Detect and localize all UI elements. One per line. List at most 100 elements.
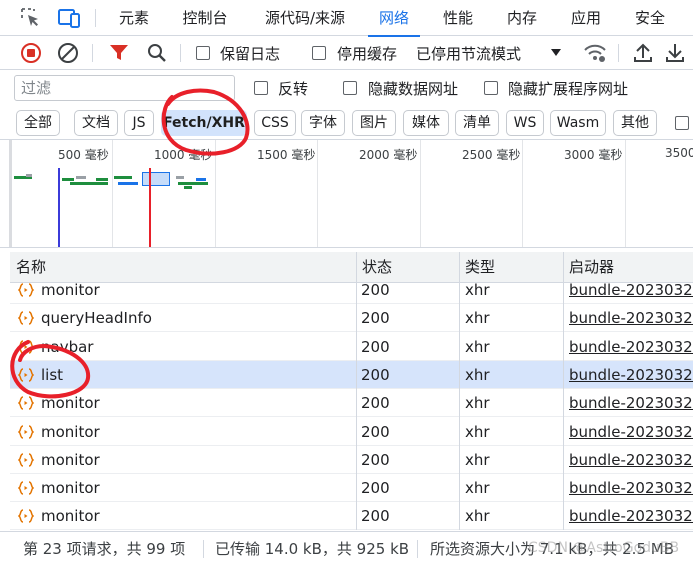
tab-security[interactable]: 安全 (624, 0, 676, 36)
search-icon[interactable] (144, 40, 170, 66)
chip-wasm[interactable]: Wasm (550, 110, 606, 136)
resource-type-filter: 全部 文档 JS Fetch/XHR CSS 字体 图片 媒体 清单 WS Wa… (0, 106, 693, 140)
chip-js[interactable]: JS (124, 110, 154, 136)
request-status: 200 (361, 394, 390, 412)
clear-icon[interactable] (55, 40, 81, 66)
table-row[interactable]: monitor 200 xhr bundle-20230323 (10, 418, 693, 446)
import-har-icon[interactable] (630, 40, 656, 66)
table-row[interactable]: monitor 200 xhr bundle-20230323 (10, 474, 693, 502)
chip-css[interactable]: CSS (254, 110, 296, 136)
record-stop-icon[interactable] (18, 40, 44, 66)
overview-tick-label: 1000 毫秒 (154, 148, 213, 162)
disable-cache-label: 停用缓存 (337, 45, 398, 63)
export-har-icon[interactable] (662, 40, 688, 66)
overview-request-bar (76, 176, 86, 179)
request-initiator-link[interactable]: bundle-20230323 (569, 304, 693, 332)
request-name: navbar (41, 338, 94, 356)
request-name: monitor (41, 281, 100, 299)
request-type: xhr (465, 507, 490, 525)
tab-console[interactable]: 控制台 (170, 0, 240, 36)
request-initiator-link[interactable]: bundle-20230323 (569, 389, 693, 417)
filter-bar: 过滤 反转 隐藏数据网址 隐藏扩展程序网址 (0, 70, 693, 106)
tab-network[interactable]: 网络 (368, 0, 420, 37)
request-initiator-link[interactable]: bundle-20230323 (569, 502, 693, 530)
toolbar-divider (180, 44, 181, 62)
table-row[interactable]: monitor 200 xhr bundle-20230323 (10, 446, 693, 474)
transferred-text: 已传输 14.0 kB，共 925 kB (215, 540, 410, 558)
request-name: monitor (41, 423, 100, 441)
table-row[interactable]: queryHeadInfo 200 xhr bundle-20230323 (10, 304, 693, 332)
request-initiator-link[interactable]: bundle-20230323 (569, 276, 693, 304)
overview-request-bar (178, 182, 208, 185)
timeline-overview[interactable]: 500 毫秒 1000 毫秒 1500 毫秒 2000 毫秒 2500 毫秒 3… (0, 140, 693, 248)
domcontentloaded-marker (58, 168, 60, 247)
chip-fetch-xhr[interactable]: Fetch/XHR (161, 110, 247, 136)
chip-ws[interactable]: WS (506, 110, 544, 136)
device-toolbar-icon[interactable] (56, 5, 82, 31)
tab-performance[interactable]: 性能 (432, 0, 484, 36)
chip-all[interactable]: 全部 (16, 110, 60, 136)
tab-sources[interactable]: 源代码/来源 (250, 0, 360, 36)
overview-gridline (112, 140, 113, 247)
throttling-select[interactable]: 已停用节流模式 (414, 36, 566, 70)
hide-extension-urls-checkbox[interactable] (484, 81, 498, 95)
request-status: 200 (361, 338, 390, 356)
overview-selection-window[interactable] (142, 172, 170, 186)
blocked-requests-checkbox[interactable] (675, 116, 689, 130)
chip-img[interactable]: 图片 (352, 110, 396, 136)
column-divider (459, 252, 460, 530)
chip-media[interactable]: 媒体 (403, 110, 449, 136)
table-row[interactable]: monitor 200 xhr bundle-20230323 (10, 502, 693, 530)
tab-elements[interactable]: 元素 (106, 0, 162, 36)
xhr-fetch-icon (17, 283, 35, 297)
table-row[interactable]: monitor 200 xhr bundle-20230323 (10, 276, 693, 304)
overview-gridline (317, 140, 318, 247)
status-divider (417, 540, 418, 558)
preserve-log-label: 保留日志 (220, 45, 281, 63)
xhr-fetch-icon (17, 311, 35, 325)
tab-memory[interactable]: 内存 (496, 0, 548, 36)
request-name: queryHeadInfo (41, 309, 152, 327)
request-initiator-link[interactable]: bundle-20230323 (569, 418, 693, 446)
inspect-element-icon[interactable] (18, 5, 44, 31)
table-row[interactable]: monitor 200 xhr bundle-20230323 (10, 389, 693, 417)
request-initiator-link[interactable]: bundle-20230323 (569, 333, 693, 361)
overview-gridline (522, 140, 523, 247)
chip-manifest[interactable]: 清单 (455, 110, 499, 136)
request-name: monitor (41, 507, 100, 525)
request-name: monitor (41, 451, 100, 469)
request-name: monitor (41, 479, 100, 497)
request-initiator-link[interactable]: bundle-20230323 (569, 361, 693, 389)
overview-request-bar (114, 176, 132, 179)
network-conditions-icon[interactable] (582, 40, 608, 66)
invert-checkbox[interactable] (254, 81, 268, 95)
table-row[interactable]: navbar 200 xhr bundle-20230323 (10, 333, 693, 361)
request-count-text: 第 23 项请求，共 99 项 (23, 540, 186, 558)
overview-gridline (215, 140, 216, 247)
xhr-fetch-icon (17, 425, 35, 439)
filter-funnel-icon[interactable] (106, 40, 132, 66)
disable-cache-checkbox[interactable] (312, 46, 326, 60)
request-status: 200 (361, 281, 390, 299)
preserve-log-checkbox[interactable] (196, 46, 210, 60)
request-initiator-link[interactable]: bundle-20230323 (569, 446, 693, 474)
hide-data-urls-checkbox[interactable] (343, 81, 357, 95)
chip-other[interactable]: 其他 (613, 110, 657, 136)
column-divider (563, 252, 564, 530)
tab-application[interactable]: 应用 (560, 0, 612, 36)
hide-data-urls-label: 隐藏数据网址 (368, 80, 459, 98)
overview-request-bar (196, 178, 206, 181)
request-initiator-link[interactable]: bundle-20230323 (569, 474, 693, 502)
overview-tick-label: 2500 毫秒 (462, 148, 521, 162)
chip-font[interactable]: 字体 (301, 110, 345, 136)
status-divider (203, 540, 204, 558)
request-type: xhr (465, 366, 490, 384)
table-row[interactable]: list 200 xhr bundle-20230323 (10, 361, 693, 389)
request-type: xhr (465, 423, 490, 441)
request-status: 200 (361, 309, 390, 327)
filter-input[interactable]: 过滤 (14, 75, 235, 101)
chip-doc[interactable]: 文档 (74, 110, 118, 136)
request-status: 200 (361, 479, 390, 497)
invert-label: 反转 (278, 80, 309, 98)
toolbar-divider (618, 44, 619, 62)
